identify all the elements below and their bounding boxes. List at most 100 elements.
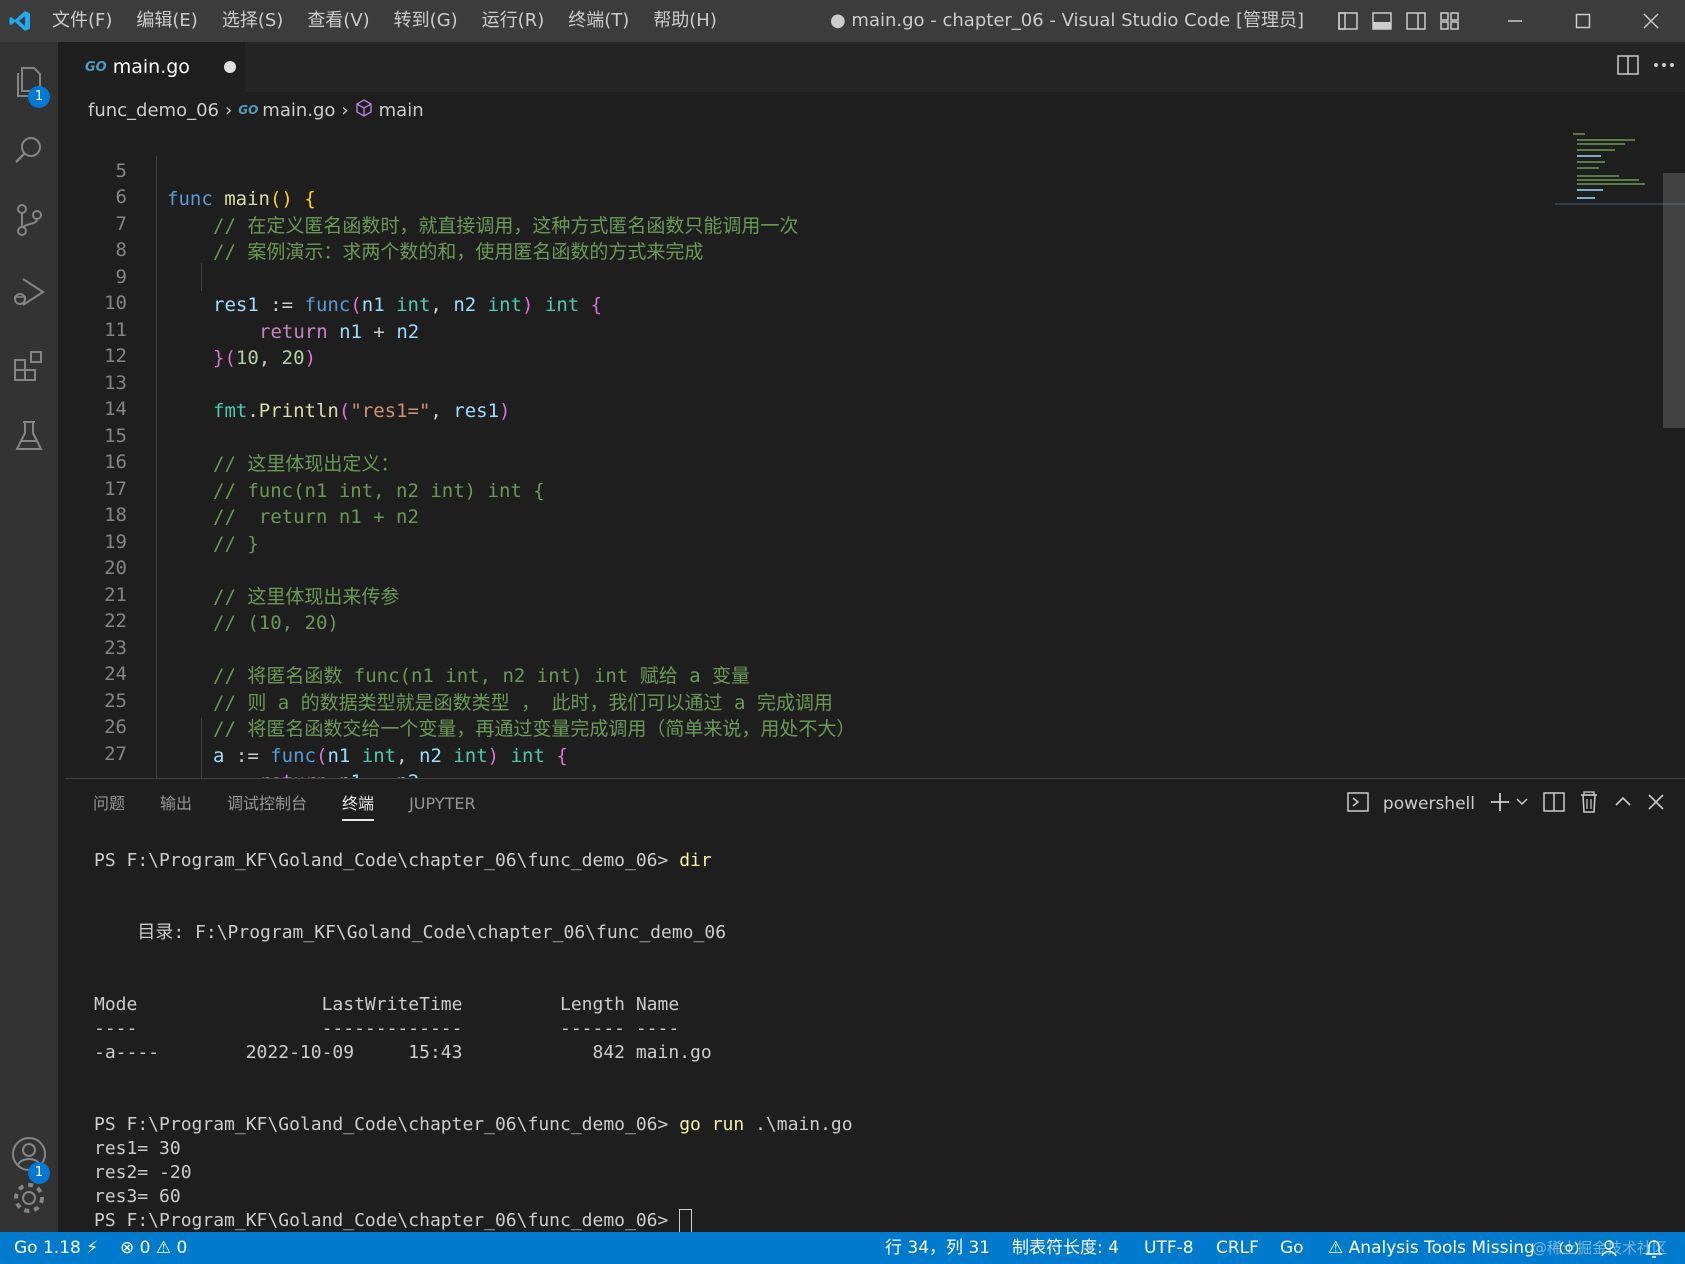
status-bar: Go 1.18 ⚡ ⊗ 0 ⚠ 0 行 34，列 31 制表符长度: 4 UTF…	[0, 1232, 1685, 1264]
notifications-bell-icon[interactable]	[1645, 1232, 1663, 1264]
breadcrumb: func_demo_06 › GO main.go › main	[65, 92, 1685, 128]
bottom-panel: 问题 输出 调试控制台 终端 JUPYTER powershell PS F:\…	[65, 778, 1685, 1233]
toggle-panel-icon[interactable]	[1365, 0, 1399, 42]
menu-help[interactable]: 帮助(H)	[641, 0, 729, 42]
terminal-shell-icon	[1347, 791, 1369, 817]
language-mode[interactable]: Go	[1280, 1232, 1304, 1264]
maximize-panel-icon[interactable]	[1613, 792, 1633, 817]
tab-terminal[interactable]: 终端	[342, 779, 375, 829]
terminal-line: -a---- 2022-10-09 15:43 842 main.go	[94, 1042, 712, 1063]
maximize-icon[interactable]	[1549, 0, 1617, 42]
minimize-icon[interactable]	[1481, 0, 1549, 42]
trash-icon[interactable]	[1579, 790, 1599, 818]
terminal-line: 目录: F:\Program_KF\Goland_Code\chapter_06…	[94, 922, 727, 943]
code-line-23: 23 // 将匿名函数 func(n1 int, n2 int) int 赋给 …	[104, 636, 751, 688]
tab-problems[interactable]: 问题	[93, 779, 125, 829]
window-title: ● main.go - chapter_06 - Visual Studio C…	[830, 10, 1304, 31]
terminal-line: res1= 30	[94, 1138, 181, 1159]
code-line-27: 27 return n1 - n2	[104, 742, 419, 778]
explorer-badge: 1	[28, 86, 50, 108]
code-line-26: 26 a := func(n1 int, n2 int) int {	[104, 716, 568, 767]
menu-selection[interactable]: 选择(S)	[210, 0, 295, 42]
extensions-icon[interactable]	[0, 334, 58, 398]
menu-view[interactable]: 查看(V)	[295, 0, 381, 42]
analysis-tools-status[interactable]: ⚠ Analysis Tools Missing	[1328, 1232, 1535, 1264]
chevron-right-icon: ›	[341, 99, 349, 121]
toggle-primary-sidebar-icon[interactable]	[1331, 0, 1365, 42]
code-line-14: 14	[104, 398, 127, 421]
menu-bar: 文件(F) 编辑(E) 选择(S) 查看(V) 转到(G) 运行(R) 终端(T…	[40, 0, 729, 42]
menu-file[interactable]: 文件(F)	[40, 0, 124, 42]
close-window-icon[interactable]	[1617, 0, 1685, 42]
breadcrumb-symbol[interactable]: main	[379, 100, 424, 121]
tab-jupyter[interactable]: JUPYTER	[409, 779, 476, 829]
end-of-line[interactable]: CRLF	[1216, 1232, 1259, 1264]
code-line-5: 5 func main() {	[115, 159, 316, 211]
code-line-17: 17 // return n1 + n2	[104, 477, 419, 529]
terminal-shell-name[interactable]: powershell	[1383, 794, 1475, 814]
encoding[interactable]: UTF-8	[1144, 1232, 1194, 1264]
code-line-22: 22	[104, 610, 127, 633]
code-line-8: 8	[115, 239, 127, 262]
terminal-line: ---- ------------- ------ ----	[94, 1018, 680, 1039]
code-line-9: 9 res1 := func(n1 int, n2 int) int {	[115, 265, 603, 317]
code-line-16: 16 // func(n1 int, n2 int) int {	[104, 451, 545, 502]
code-line-21: 21 // (10, 20)	[104, 583, 339, 635]
more-actions-icon[interactable]	[1653, 55, 1675, 79]
code-line-13: 13 fmt.Println("res1=", res1)	[104, 371, 511, 423]
run-debug-icon[interactable]	[0, 260, 58, 324]
explorer-icon[interactable]: 1	[0, 50, 58, 114]
cursor-position[interactable]: 行 34，列 31	[885, 1232, 990, 1264]
code-line-12: 12	[104, 345, 127, 368]
terminal-output[interactable]: PS F:\Program_KF\Goland_Code\chapter_06\…	[94, 849, 853, 1233]
code-line-20: 20 // 这里体现出来传参	[104, 557, 400, 608]
terminal-line: res2= -20	[94, 1162, 192, 1183]
split-editor-icon[interactable]	[1617, 55, 1639, 79]
problems-count[interactable]: ⊗ 0 ⚠ 0	[120, 1232, 187, 1264]
close-panel-icon[interactable]	[1647, 793, 1665, 816]
tab-label: main.go	[112, 56, 190, 78]
activity-bar: 1 1	[0, 42, 58, 1232]
go-version[interactable]: Go 1.18 ⚡	[14, 1232, 98, 1264]
terminal-line: Mode LastWriteTime Length Name	[94, 994, 680, 1015]
breadcrumb-file[interactable]: main.go	[262, 100, 335, 121]
chevron-down-icon[interactable]	[1515, 794, 1529, 814]
source-control-icon[interactable]	[0, 188, 58, 252]
code-line-15: 15 // 这里体现出定义：	[104, 424, 400, 476]
terminal-line: PS F:\Program_KF\Goland_Code\chapter_06\…	[94, 1209, 693, 1233]
indent-guide	[156, 156, 157, 778]
terminal-line: PS F:\Program_KF\Goland_Code\chapter_06\…	[94, 1114, 853, 1135]
vscode-logo-icon	[0, 0, 40, 42]
warning-icon: ⚠	[1328, 1238, 1344, 1258]
menu-run[interactable]: 运行(R)	[470, 0, 557, 42]
unsaved-dot-icon[interactable]	[223, 61, 236, 73]
symbol-method-icon	[355, 98, 373, 122]
breadcrumb-folder[interactable]: func_demo_06	[88, 100, 219, 121]
code-line-11: 11 }(10, 20)	[104, 318, 317, 370]
menu-edit[interactable]: 编辑(E)	[124, 0, 209, 42]
tab-main-go[interactable]: GO main.go	[65, 42, 245, 92]
customize-layout-icon[interactable]	[1433, 0, 1467, 42]
title-bar: 文件(F) 编辑(E) 选择(S) 查看(V) 转到(G) 运行(R) 终端(T…	[0, 0, 1685, 42]
broadcast-icon[interactable]	[1559, 1232, 1579, 1264]
split-terminal-icon[interactable]	[1543, 791, 1565, 817]
code-editor[interactable]: 5 func main() { 6 // 在定义匿名函数时，就直接调用，这种方式…	[65, 128, 1685, 778]
menu-terminal[interactable]: 终端(T)	[556, 0, 641, 42]
code-line-24: 24 // 则 a 的数据类型就是函数类型 ， 此时，我们可以通过 a 完成调用	[104, 663, 833, 714]
testing-icon[interactable]	[0, 404, 58, 468]
settings-gear-icon[interactable]	[0, 1166, 58, 1230]
tab-output[interactable]: 输出	[160, 779, 192, 829]
editor-scrollbar[interactable]	[1663, 173, 1685, 428]
go-file-icon: GO	[238, 103, 259, 117]
menu-go[interactable]: 转到(G)	[382, 0, 470, 42]
tab-size[interactable]: 制表符长度: 4	[1012, 1232, 1119, 1264]
tab-debug-console[interactable]: 调试控制台	[227, 779, 307, 829]
code-line-7: 7 // 案例演示：求两个数的和，使用匿名函数的方式来完成	[115, 212, 704, 264]
new-terminal-icon[interactable]	[1489, 791, 1511, 818]
code-line-25: 25 // 将匿名函数交给一个变量，再通过变量完成调用（简单来说，用处不大）	[104, 689, 856, 741]
toggle-secondary-sidebar-icon[interactable]	[1399, 0, 1433, 42]
indent-guide	[201, 263, 202, 291]
account-status-icon[interactable]	[1600, 1232, 1618, 1264]
search-icon[interactable]	[0, 118, 58, 182]
editor-tab-bar: GO main.go	[65, 42, 1685, 92]
